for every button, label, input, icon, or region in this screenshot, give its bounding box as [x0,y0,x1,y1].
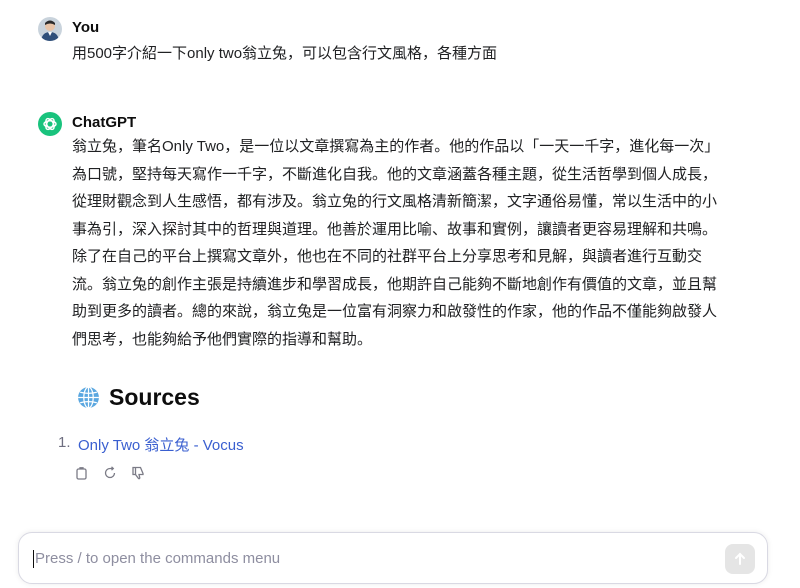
answer-line: 除了在自己的平台上撰寫文章外，他也在不同的社群平台上分享思考和見解，與讀者進行互… [72,248,703,265]
openai-logo-icon [43,117,57,131]
thumbs-down-icon[interactable] [130,465,146,481]
text-caret [33,550,34,568]
answer-line: 翁立兔，筆名Only Two，是一位以文章撰寫為主的作者。他的作品以「一天一千字… [72,138,720,155]
regenerate-icon[interactable] [102,465,118,481]
answer-line: 事為引，深入探討其中的哲理與道理。他善於運用比喻、故事和實例，讓讀者更容易理解和… [72,220,718,238]
sources-heading: Sources [76,384,200,411]
assistant-message-text: 翁立兔，筆名Only Two，是一位以文章撰寫為主的作者。他的作品以「一天一千字… [72,133,748,353]
composer-placeholder: Press / to open the commands menu [35,550,281,567]
globe-icon [78,386,99,409]
answer-line: 從理財觀念到人生感悟，都有涉及。翁立兔的行文風格清新簡潔，文字通俗易懂，常以生活… [72,193,718,210]
answer-line: 為口號，堅持每天寫作一千字，不斷進化自我。他的文章涵蓋各種主題，從生活哲學到個人… [72,165,718,183]
message-actions [74,465,146,481]
user-name: You [72,19,100,36]
answer-line: 們思考，也能夠給予他們實際的指導和幫助。 [72,330,373,348]
send-button[interactable] [725,544,755,574]
copy-icon[interactable] [74,465,90,481]
answer-line: 流。翁立兔的創作主張是持續進步和學習成長，他期許自己能夠不斷地創作有價值的文章，… [72,275,718,293]
chat-page: You 用500字介紹一下only two翁立兔，可以包含行文風格，各種方面 C… [0,0,800,588]
source-number: 1. [58,434,71,451]
chatgpt-avatar [38,112,62,136]
source-list: 1. Only Two 翁立兔 - Vocus [58,434,244,455]
answer-line: 助到更多的讀者。總的來說，翁立兔是一位富有洞察力和啟發性的作家，他的作品不僅能夠… [72,303,718,320]
assistant-name: ChatGPT [72,114,137,131]
message-composer[interactable]: Press / to open the commands menu [18,532,768,584]
sources-heading-text: Sources [109,384,200,410]
user-message-text: 用500字介紹一下only two翁立兔，可以包含行文風格，各種方面 [72,45,498,62]
source-link[interactable]: Only Two 翁立兔 - Vocus [78,434,244,455]
arrow-up-icon [735,552,745,565]
user-avatar [38,17,62,41]
